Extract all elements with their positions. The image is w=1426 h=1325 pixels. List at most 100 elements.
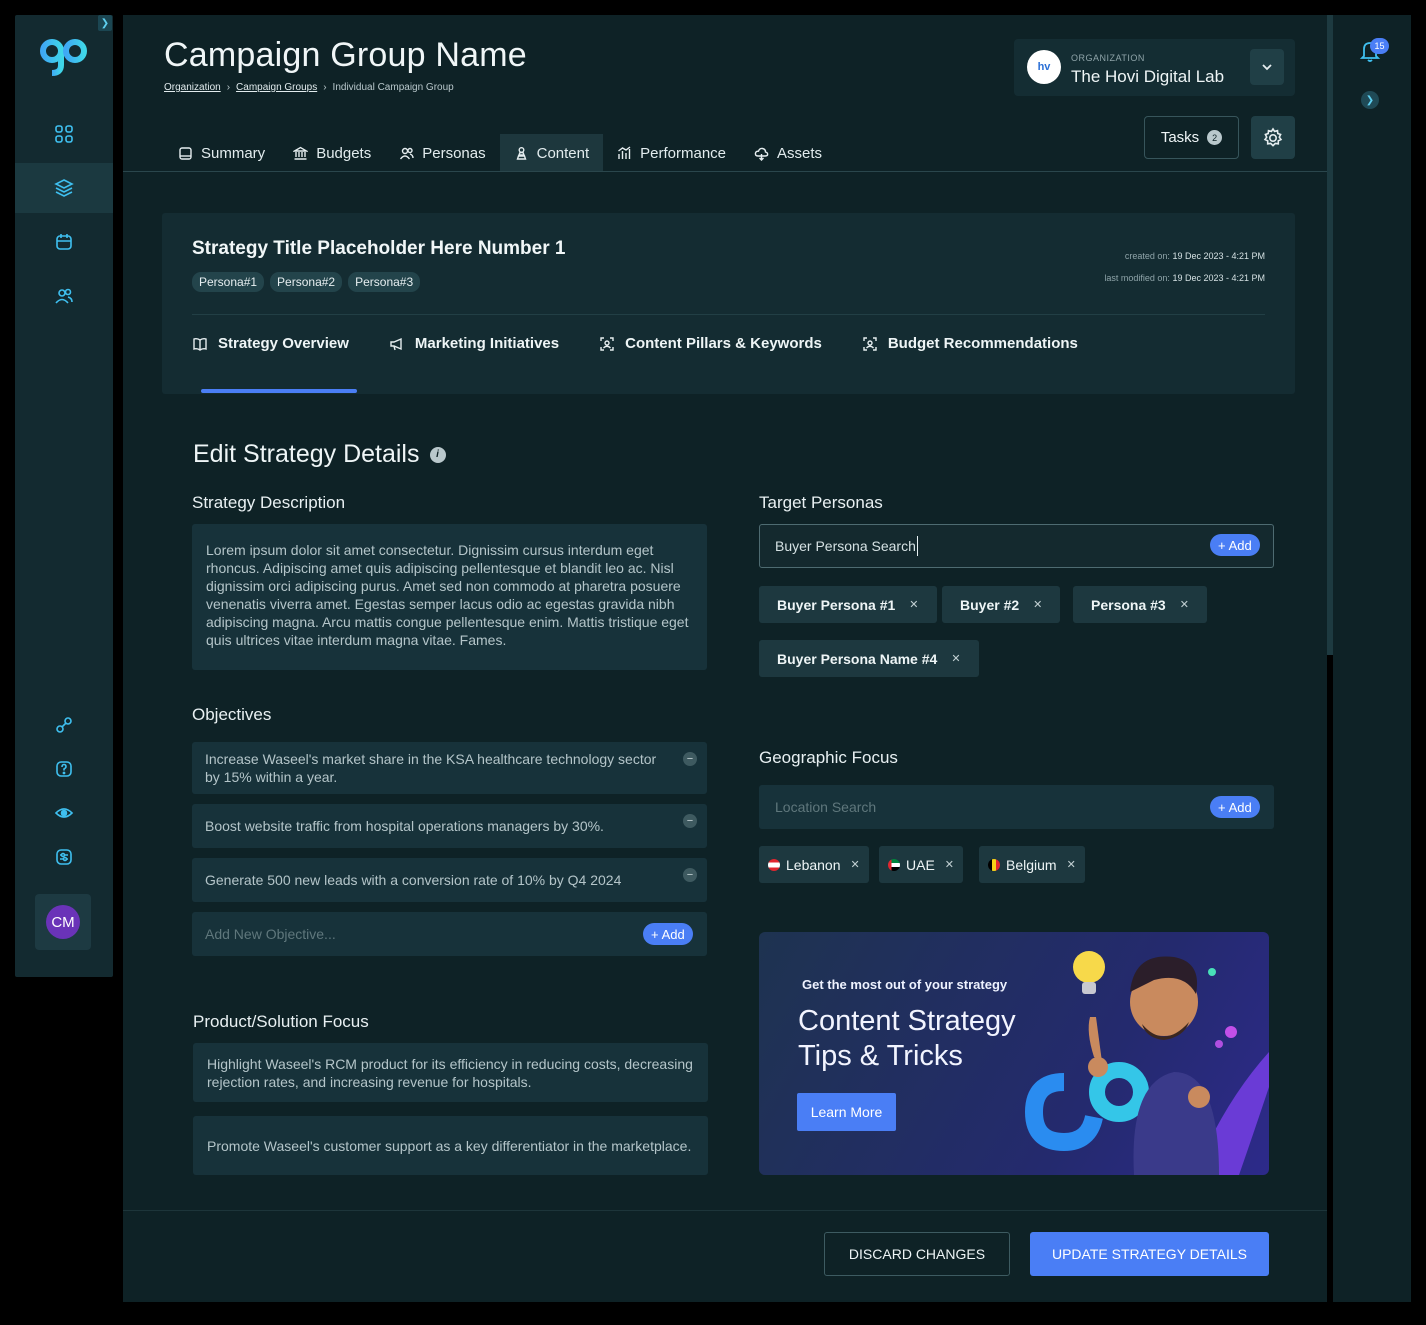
nav-help[interactable] [15,744,113,794]
text-caret [916,536,918,556]
description-textarea[interactable]: Lorem ipsum dolor sit amet consectetur. … [192,524,707,670]
grid-icon [55,125,73,143]
objective-item[interactable]: Boost website traffic from hospital oper… [192,804,707,848]
breadcrumb: Organization › Campaign Groups › Individ… [164,82,454,93]
persona-chip[interactable]: Persona #3 ✕ [1073,586,1207,623]
created-value: 19 Dec 2023 - 4:21 PM [1172,251,1265,261]
objective-item[interactable]: Increase Waseel's market share in the KS… [192,742,707,794]
sliders-icon [56,849,72,865]
tab-budgets[interactable]: Budgets [279,134,385,172]
created-date: created on: 19 Dec 2023 - 4:21 PM [1125,251,1265,261]
persona-chip-label: Buyer Persona #1 [777,596,896,613]
tab-personas[interactable]: Personas [385,134,499,172]
remove-icon[interactable]: ✕ [945,858,954,871]
persona-search-input[interactable]: Buyer Persona Search [759,524,1274,568]
left-sidebar: CM [15,15,113,977]
product-focus-item[interactable]: Promote Waseel's customer support as a k… [193,1116,708,1175]
settings-button[interactable] [1251,116,1295,159]
add-objective-button[interactable]: + Add [643,923,693,945]
tab-label: Personas [422,144,486,162]
remove-objective-icon[interactable]: − [683,868,697,882]
tab-summary[interactable]: Summary [164,134,279,172]
location-search-input[interactable]: Location Search [759,785,1274,829]
chess-pawn-icon [516,146,527,160]
persona-chip[interactable]: Buyer Persona #1 ✕ [759,586,937,623]
remove-icon[interactable]: ✕ [951,652,960,665]
tab-content[interactable]: Content [499,134,604,172]
belgium-flag-icon [988,858,1000,871]
subtab-content-pillars[interactable]: Content Pillars & Keywords [599,335,822,352]
app-logo[interactable] [39,37,91,77]
tab-label: Summary [201,144,266,162]
objective-item[interactable]: Generate 500 new leads with a conversion… [192,858,707,902]
add-persona-button[interactable]: + Add [1210,534,1260,556]
remove-icon[interactable]: ✕ [1033,598,1042,611]
subtab-strategy-overview[interactable]: Strategy Overview [192,335,349,352]
breadcrumb-campaign-groups[interactable]: Campaign Groups [236,82,317,93]
users-icon [55,288,73,304]
users-icon [400,147,414,159]
tasks-label: Tasks [1160,129,1200,146]
organization-dropdown-button[interactable] [1250,49,1284,85]
breadcrumb-organization[interactable]: Organization [164,82,221,93]
breadcrumb-separator-icon: › [323,82,327,93]
remove-icon[interactable]: ✕ [851,858,860,871]
main-panel: Campaign Group Name Organization › Campa… [123,15,1327,1302]
rail-expand-button[interactable]: ❯ [1361,91,1379,109]
location-chip-label: UAE [906,856,935,873]
nav-settings[interactable] [15,832,113,882]
footer-divider [123,1210,1327,1211]
chart-icon [618,145,631,159]
tasks-button[interactable]: Tasks 2 [1144,116,1239,159]
update-strategy-button[interactable]: UPDATE STRATEGY DETAILS [1030,1232,1269,1276]
subtab-label: Marketing Initiatives [414,335,560,352]
new-objective-input[interactable]: Add New Objective... [192,912,707,956]
book-icon [179,146,192,160]
tab-label: Content [536,144,590,162]
objective-text: Boost website traffic from hospital oper… [205,818,604,834]
nav-dashboard[interactable] [15,109,113,159]
nav-preview[interactable] [15,788,113,838]
persona-chip[interactable]: Buyer Persona Name #4 ✕ [759,640,979,677]
chevron-right-icon: ❯ [1365,94,1375,106]
tab-assets[interactable]: Assets [740,134,836,172]
organization-name: The Hovi Digital Lab [1071,67,1225,86]
location-chip[interactable]: Belgium ✕ [979,846,1085,883]
strategy-subtabs: Strategy Overview Marketing Initiatives … [192,335,1078,352]
subtab-marketing-initiatives[interactable]: Marketing Initiatives [389,335,559,352]
plus-icon: + [651,926,659,942]
nav-campaigns[interactable] [15,163,113,213]
discard-changes-button[interactable]: DISCARD CHANGES [824,1232,1010,1276]
strategy-header-card: Strategy Title Placeholder Here Number 1… [162,213,1295,394]
subtab-budget-recommendations[interactable]: Budget Recommendations [862,335,1078,352]
subtab-label: Content Pillars & Keywords [625,335,822,352]
scan-icon [600,336,614,351]
organization-selector[interactable]: hv ORGANIZATION The Hovi Digital Lab [1014,39,1295,96]
tab-label: Assets [777,144,823,162]
location-chip[interactable]: UAE ✕ [879,846,964,883]
learn-more-button[interactable]: Learn More [797,1093,896,1131]
remove-objective-icon[interactable]: − [683,752,697,766]
user-menu[interactable]: CM [35,894,91,950]
modified-date: last modified on: 19 Dec 2023 - 4:21 PM [1104,273,1265,283]
remove-icon[interactable]: ✕ [1067,858,1076,871]
subtab-label: Budget Recommendations [887,335,1078,352]
location-chip[interactable]: Lebanon ✕ [759,846,869,883]
persona-chip[interactable]: Buyer #2 ✕ [942,586,1061,623]
plus-icon: + [1218,799,1226,815]
nav-integrations[interactable] [15,700,113,750]
right-rail [1333,15,1411,1302]
tab-performance[interactable]: Performance [603,134,740,172]
remove-icon[interactable]: ✕ [1180,598,1189,611]
add-location-button[interactable]: + Add [1210,796,1260,818]
info-icon[interactable]: i [429,446,446,463]
location-chip-label: Belgium [1006,856,1057,873]
remove-objective-icon[interactable]: − [683,814,697,828]
remove-icon[interactable]: ✕ [909,598,918,611]
uae-flag-icon [888,858,900,871]
nav-users[interactable] [15,271,113,321]
bank-icon [293,146,309,160]
sidebar-expand-button[interactable]: ❯ [98,15,112,31]
nav-calendar[interactable] [15,217,113,267]
product-focus-item[interactable]: Highlight Waseel's RCM product for its e… [193,1043,708,1102]
